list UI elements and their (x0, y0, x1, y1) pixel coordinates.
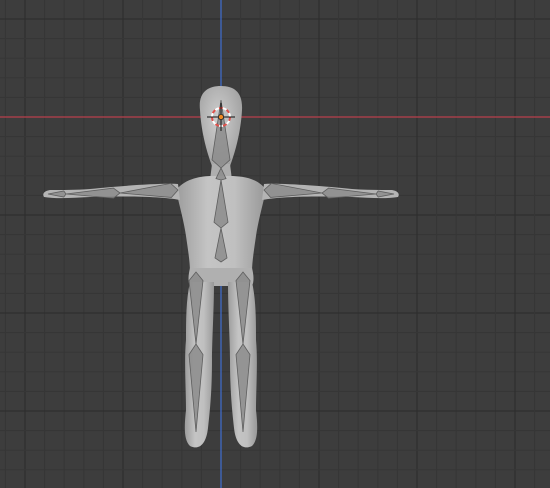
viewport-grid (0, 0, 550, 488)
3d-viewport[interactable] (0, 0, 550, 488)
viewport-canvas[interactable] (0, 0, 550, 488)
object-origin-icon (217, 114, 224, 121)
